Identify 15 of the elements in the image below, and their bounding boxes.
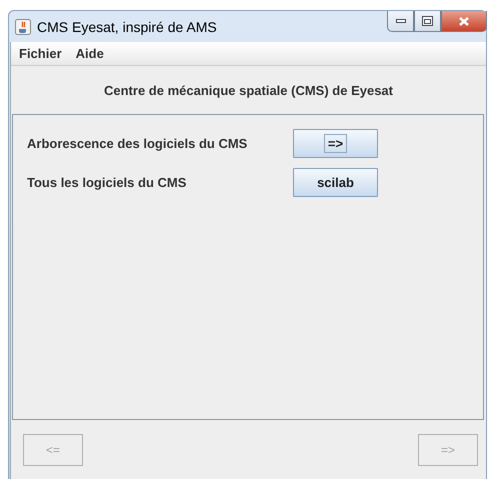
heading: Centre de mécanique spatiale (CMS) de Eyesat — [104, 82, 393, 98]
window-title: CMS Eyesat, inspiré de AMS — [37, 18, 218, 34]
close-button[interactable] — [441, 11, 487, 32]
minimize-button[interactable] — [387, 11, 414, 32]
row-label: Arborescence des logiciels du CMS — [27, 136, 248, 151]
minimize-icon — [396, 19, 406, 23]
close-icon — [458, 16, 470, 26]
row-label: Tous les logiciels du CMS — [27, 175, 188, 190]
action-button[interactable]: => — [293, 129, 378, 158]
menu-item[interactable]: Fichier — [19, 46, 62, 61]
menu-item[interactable]: Aide — [76, 46, 104, 61]
maximize-button[interactable] — [414, 11, 441, 32]
action-button[interactable]: scilab — [293, 168, 378, 197]
java-cup-icon — [15, 18, 31, 34]
maximize-icon — [422, 16, 433, 26]
